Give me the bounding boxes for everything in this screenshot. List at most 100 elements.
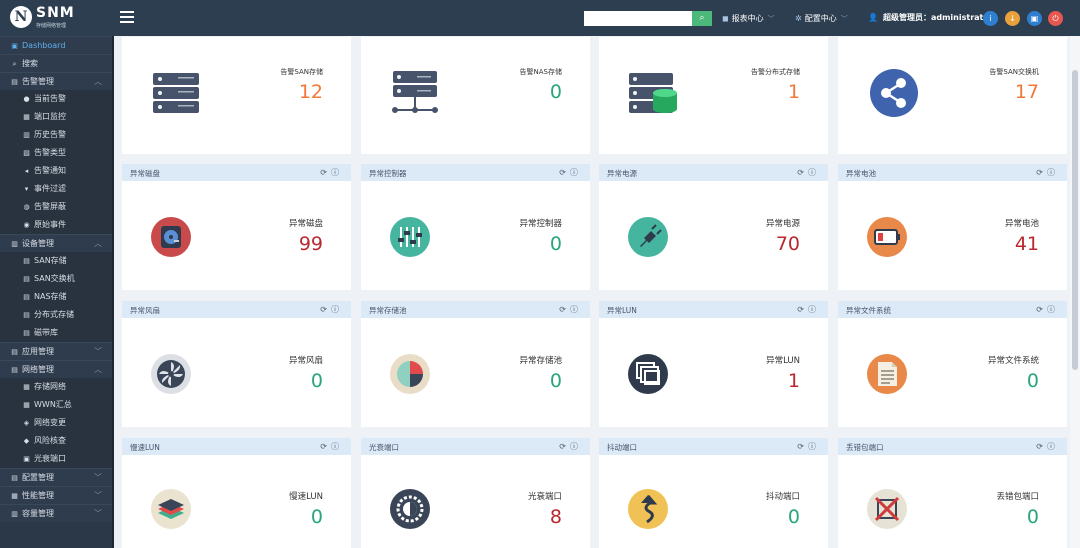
refresh-icon[interactable]: ⟳	[559, 168, 570, 177]
info-icon[interactable]: ⓘ	[331, 305, 343, 314]
card-header: 光衰端口 ⟳ⓘ	[361, 438, 590, 455]
sidebar-item[interactable]: ▦ WWN汇总	[0, 396, 112, 414]
info-icon[interactable]: ⓘ	[808, 168, 820, 177]
fan-icon	[150, 353, 192, 398]
logo[interactable]: N SNM 存储网络管理	[10, 5, 110, 30]
card-value: 0	[1026, 506, 1039, 528]
config-center-menu[interactable]: ✲ 配置中心 ﹀	[795, 13, 848, 24]
sidebar-item[interactable]: ▥ 容量管理 ﹀	[0, 504, 112, 522]
sidebar-item[interactable]: ▾ 事件过滤	[0, 180, 112, 198]
refresh-icon[interactable]: ⟳	[559, 442, 570, 451]
info-button[interactable]: i	[983, 11, 998, 26]
sidebar-item[interactable]: ▤ 配置管理 ﹀	[0, 468, 112, 486]
sidebar-item[interactable]: ▤ SAN存储	[0, 252, 112, 270]
card-header: 抖动端口 ⟳ⓘ	[599, 438, 828, 455]
menu-toggle-icon[interactable]	[120, 11, 134, 23]
sidebar-item[interactable]: ▥ 历史告警	[0, 126, 112, 144]
user-menu[interactable]: 👤 超级管理员：administrator	[868, 12, 993, 23]
refresh-icon[interactable]: ⟳	[797, 442, 808, 451]
card-label: 异常文件系统	[987, 356, 1039, 366]
sidebar-item-label: 风险核查	[34, 436, 66, 445]
sidebar-item[interactable]: ▦ 端口监控	[0, 108, 112, 126]
lock-button[interactable]: ▣	[1027, 11, 1042, 26]
sidebar-item[interactable]: ▥ 设备管理 ︿	[0, 234, 112, 252]
card-tools: ⟳ⓘ	[797, 304, 820, 315]
card-header: 异常风扇 ⟳ⓘ	[122, 301, 351, 318]
sidebar-item[interactable]: ▤ 应用管理 ﹀	[0, 342, 112, 360]
info-icon[interactable]: ⓘ	[808, 305, 820, 314]
refresh-icon[interactable]: ⟳	[320, 168, 331, 177]
report-center-menu[interactable]: ◼ 报表中心 ﹀	[722, 13, 775, 24]
stat-card[interactable]: 异常电源 ⟳ⓘ 异常电源 70	[599, 164, 828, 290]
card-tools: ⟳ⓘ	[797, 167, 820, 178]
sidebar-item[interactable]: ▤ 分布式存储	[0, 306, 112, 324]
stat-card[interactable]: 抖动端口 ⟳ⓘ 抖动端口 0	[599, 438, 828, 548]
stat-card[interactable]: 异常电池 ⟳ⓘ 异常电池 41	[838, 164, 1067, 290]
sidebar-item-label: 告警屏蔽	[34, 202, 66, 211]
sidebar-item[interactable]: ▦ 存储网络	[0, 378, 112, 396]
info-icon[interactable]: ⓘ	[1047, 442, 1059, 451]
info-icon[interactable]: ⓘ	[570, 442, 582, 451]
logo-title: SNM	[36, 5, 75, 21]
stat-card[interactable]: 异常控制器 ⟳ⓘ 异常控制器 0	[361, 164, 590, 290]
scrollbar[interactable]	[1070, 36, 1080, 548]
stat-card[interactable]: 慢速LUN ⟳ⓘ 慢速LUN 0	[122, 438, 351, 548]
stat-card[interactable]: 告警SAN交换机 17	[838, 37, 1067, 154]
sidebar-item[interactable]: ▧ 告警类型	[0, 144, 112, 162]
download-button[interactable]: ↓	[1005, 11, 1020, 26]
info-icon[interactable]: ⓘ	[808, 442, 820, 451]
stat-card[interactable]: 异常文件系统 ⟳ⓘ 异常文件系统 0	[838, 301, 1067, 427]
sidebar-item[interactable]: ● 当前告警	[0, 90, 112, 108]
tape-icon: ▤	[23, 329, 30, 337]
sidebar-item[interactable]: ▦ 性能管理 ﹀	[0, 486, 112, 504]
sidebar-item[interactable]: ▤ NAS存储	[0, 288, 112, 306]
search-button[interactable]: ⌕	[692, 11, 712, 26]
search-input[interactable]	[584, 11, 692, 26]
info-icon[interactable]: ⓘ	[1047, 305, 1059, 314]
sidebar-item[interactable]: ⌕ 搜索	[0, 54, 112, 72]
power-plug-icon	[627, 216, 669, 261]
stat-card[interactable]: 告警NAS存储 0	[361, 37, 590, 154]
sidebar-item[interactable]: ◂ 告警通知	[0, 162, 112, 180]
card-header: 异常电源 ⟳ⓘ	[599, 164, 828, 181]
scroll-thumb[interactable]	[1072, 70, 1078, 370]
refresh-icon[interactable]: ⟳	[1036, 168, 1047, 177]
stat-card[interactable]: 告警SAN存储 12	[122, 37, 351, 154]
sidebar-item[interactable]: ◆ 风险核查	[0, 432, 112, 450]
sidebar-item-label: 应用管理	[22, 347, 54, 356]
card-label: 慢速LUN	[289, 492, 323, 502]
stat-card[interactable]: 异常风扇 ⟳ⓘ 异常风扇 0	[122, 301, 351, 427]
stat-card[interactable]: 异常LUN ⟳ⓘ 异常LUN 1	[599, 301, 828, 427]
info-icon[interactable]: ⓘ	[331, 168, 343, 177]
sidebar-item[interactable]: ◉ 原始事件	[0, 216, 112, 234]
info-icon[interactable]: ⓘ	[570, 168, 582, 177]
info-icon[interactable]: ⓘ	[1047, 168, 1059, 177]
sidebar-item[interactable]: ▣ Dashboard	[0, 36, 112, 54]
stat-card[interactable]: 异常磁盘 ⟳ⓘ 异常磁盘 99	[122, 164, 351, 290]
sidebar-item[interactable]: ▤ 告警管理 ︿	[0, 72, 112, 90]
stat-card[interactable]: 告警分布式存储 1	[599, 37, 828, 154]
switch-icon: ▤	[23, 275, 30, 283]
info-icon[interactable]: ⓘ	[570, 305, 582, 314]
stat-card[interactable]: 光衰端口 ⟳ⓘ 光衰端口 8	[361, 438, 590, 548]
sidebar-item[interactable]: ▤ 网络管理 ︿	[0, 360, 112, 378]
refresh-icon[interactable]: ⟳	[559, 305, 570, 314]
refresh-icon[interactable]: ⟳	[1036, 305, 1047, 314]
refresh-icon[interactable]: ⟳	[797, 305, 808, 314]
stat-card[interactable]: 丢错包端口 ⟳ⓘ 丢错包端口 0	[838, 438, 1067, 548]
refresh-icon[interactable]: ⟳	[320, 305, 331, 314]
sidebar-item[interactable]: ◈ 网络变更	[0, 414, 112, 432]
sidebar-item[interactable]: ▣ 光衰端口	[0, 450, 112, 468]
sidebar-item-label: 告警管理	[22, 77, 54, 86]
sidebar-item[interactable]: ▤ SAN交换机	[0, 270, 112, 288]
sidebar-item[interactable]: ◍ 告警屏蔽	[0, 198, 112, 216]
refresh-icon[interactable]: ⟳	[1036, 442, 1047, 451]
sidebar-item[interactable]: ▤ 磁带库	[0, 324, 112, 342]
stat-card[interactable]: 异常存储池 ⟳ⓘ 异常存储池 0	[361, 301, 590, 427]
refresh-icon[interactable]: ⟳	[320, 442, 331, 451]
refresh-icon[interactable]: ⟳	[797, 168, 808, 177]
info-icon[interactable]: ⓘ	[331, 442, 343, 451]
report-center-label: 报表中心	[731, 14, 764, 23]
power-button[interactable]: ⏻	[1048, 11, 1063, 26]
chevron-down-icon: ﹀	[94, 347, 102, 356]
